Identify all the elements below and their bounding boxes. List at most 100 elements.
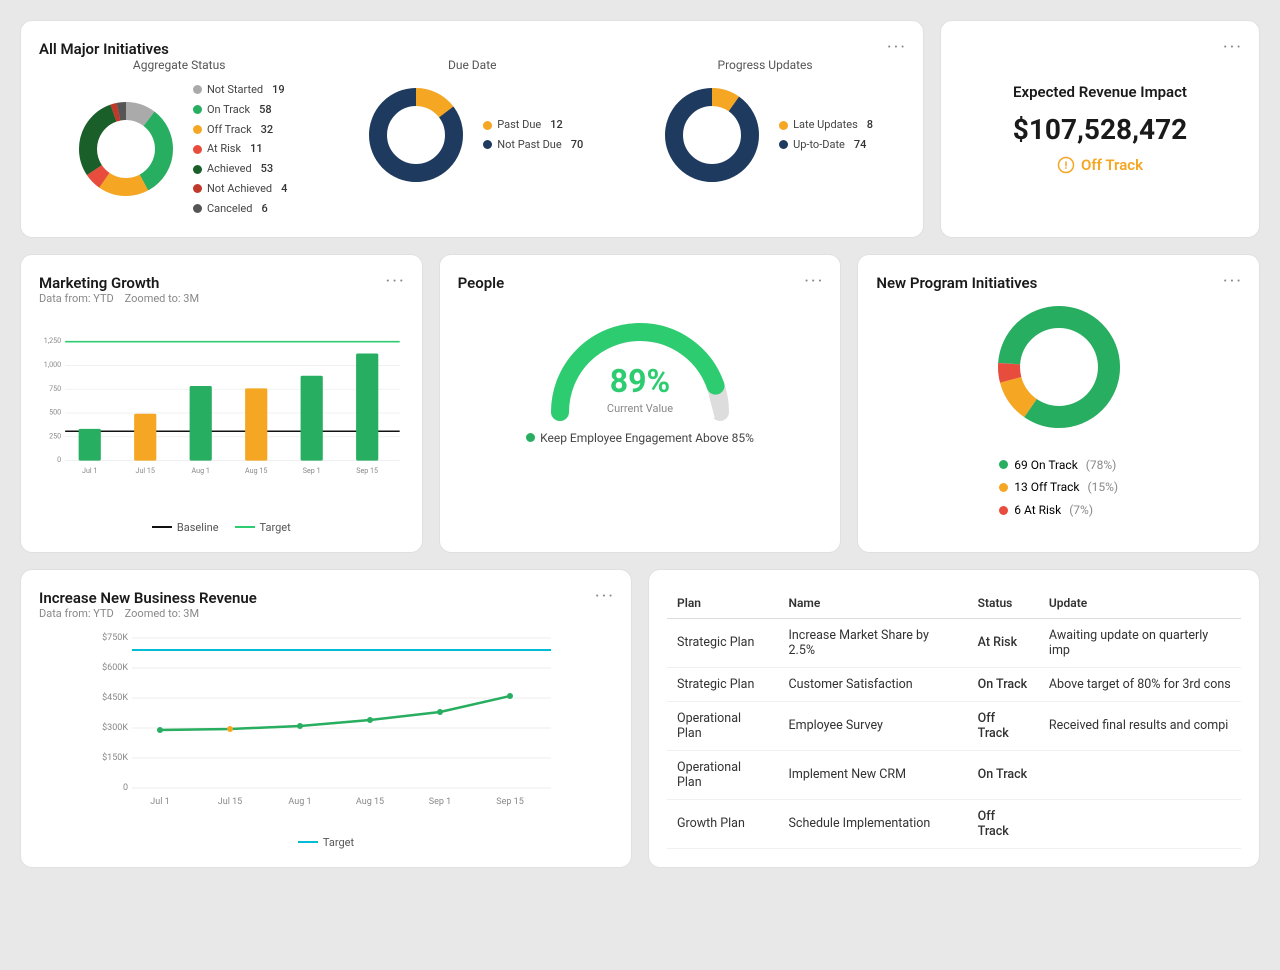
due-date-donut-chart xyxy=(361,80,471,190)
table-row: Operational Plan Employee Survey Off Tra… xyxy=(667,701,1241,750)
cell-plan: Strategic Plan xyxy=(667,618,779,667)
row2: Marketing Growth ··· Data from: YTD Zoom… xyxy=(20,254,1260,553)
off-track-icon xyxy=(1057,156,1075,174)
svg-text:1,000: 1,000 xyxy=(44,360,61,369)
due-date-section: Due Date Past Due12 Not Past Due70 xyxy=(361,58,583,190)
svg-text:Sep 1: Sep 1 xyxy=(303,466,321,475)
cell-name: Customer Satisfaction xyxy=(779,667,968,701)
revenue-chart-title: Increase New Business Revenue xyxy=(39,589,257,607)
col-plan: Plan xyxy=(667,588,779,619)
svg-text:250: 250 xyxy=(49,431,61,440)
cell-plan: Growth Plan xyxy=(667,799,779,848)
revenue-amount: $107,528,472 xyxy=(1013,113,1187,146)
new-program-menu[interactable]: ··· xyxy=(1223,271,1243,292)
cell-plan: Operational Plan xyxy=(667,750,779,799)
col-update: Update xyxy=(1039,588,1241,619)
cell-update: Awaiting update on quarterly imp xyxy=(1039,618,1241,667)
cell-update xyxy=(1039,799,1241,848)
marketing-data-from: Data from: YTD xyxy=(39,292,114,305)
people-gauge: 89% Current Value Keep Employee Engageme… xyxy=(458,302,823,445)
marketing-title: Marketing Growth xyxy=(39,274,159,292)
baseline-label: Baseline xyxy=(177,521,219,534)
svg-text:500: 500 xyxy=(49,407,61,416)
cell-plan: Operational Plan xyxy=(667,701,779,750)
revenue-status-text: Off Track xyxy=(1081,156,1143,174)
marketing-meta: Data from: YTD Zoomed to: 3M xyxy=(39,292,404,305)
progress-updates-section: Progress Updates Late Updates8 Up-to-Dat… xyxy=(657,58,873,190)
new-program-card: New Program Initiatives ··· 69 On Track(… xyxy=(857,254,1260,553)
svg-text:750: 750 xyxy=(49,383,61,392)
row3: Increase New Business Revenue ··· Data f… xyxy=(20,569,1260,868)
svg-text:0: 0 xyxy=(57,455,61,464)
table-row: Growth Plan Schedule Implementation Off … xyxy=(667,799,1241,848)
svg-text:Jul 1: Jul 1 xyxy=(82,466,97,475)
new-program-title: New Program Initiatives xyxy=(876,274,1037,292)
cell-name: Implement New CRM xyxy=(779,750,968,799)
svg-text:$600K: $600K xyxy=(102,662,128,673)
marketing-legend: Baseline Target xyxy=(39,521,404,534)
svg-text:Sep 15: Sep 15 xyxy=(496,797,524,807)
revenue-zoomed: Zoomed to: 3M xyxy=(125,607,199,620)
svg-text:1,250: 1,250 xyxy=(44,336,61,345)
aggregate-donut-wrapper: Not Started19 On Track58 Off Track32 At … xyxy=(71,80,287,219)
cell-status: On Track xyxy=(968,750,1039,799)
revenue-chart-menu[interactable]: ··· xyxy=(595,586,615,607)
progress-donut-chart xyxy=(657,80,767,190)
svg-text:Jul 1: Jul 1 xyxy=(150,797,169,807)
aggregate-status-section: Aggregate Status xyxy=(71,58,287,219)
program-legend: 69 On Track(78%) 13 Off Track(15%) 6 At … xyxy=(999,454,1118,522)
aggregate-status-label: Aggregate Status xyxy=(133,58,225,72)
revenue-title: Expected Revenue Impact xyxy=(1013,83,1187,101)
marketing-chart-svg: 1,250 1,000 750 500 250 0 xyxy=(39,313,404,513)
marketing-growth-card: Marketing Growth ··· Data from: YTD Zoom… xyxy=(20,254,423,553)
cell-name: Increase Market Share by 2.5% xyxy=(779,618,968,667)
people-menu[interactable]: ··· xyxy=(804,271,824,292)
table-row: Operational Plan Implement New CRM On Tr… xyxy=(667,750,1241,799)
revenue-chart-svg: $750K $600K $450K $300K $150K 0 xyxy=(39,628,613,828)
plans-table: Plan Name Status Update Strategic Plan I… xyxy=(667,588,1241,849)
table-row: Strategic Plan Increase Market Share by … xyxy=(667,618,1241,667)
revenue-data-from: Data from: YTD xyxy=(39,607,114,620)
marketing-menu[interactable]: ··· xyxy=(386,271,406,292)
svg-text:Aug 15: Aug 15 xyxy=(245,466,267,475)
col-name: Name xyxy=(779,588,968,619)
svg-text:Sep 15: Sep 15 xyxy=(356,466,378,475)
svg-text:0: 0 xyxy=(123,783,128,793)
initiatives-menu[interactable]: ··· xyxy=(887,37,907,58)
svg-text:$150K: $150K xyxy=(102,752,128,763)
revenue-chart-legend: Target xyxy=(39,836,613,849)
aggregate-donut-chart xyxy=(71,94,181,204)
progress-donut-wrapper: Late Updates8 Up-to-Date74 xyxy=(657,80,873,190)
svg-text:$300K: $300K xyxy=(102,722,128,733)
revenue-line-chart: $750K $600K $450K $300K $150K 0 xyxy=(39,628,613,828)
people-goal-text: Keep Employee Engagement Above 85% xyxy=(540,431,754,445)
initiatives-title: All Major Initiatives xyxy=(39,40,169,58)
revenue-status: Off Track xyxy=(1057,156,1143,174)
revenue-chart-meta: Data from: YTD Zoomed to: 3M xyxy=(39,607,613,620)
cell-status: Off Track xyxy=(968,799,1039,848)
marketing-zoomed: Zoomed to: 3M xyxy=(125,292,199,305)
cell-status: On Track xyxy=(968,667,1039,701)
cell-status: Off Track xyxy=(968,701,1039,750)
due-date-legend: Past Due12 Not Past Due70 xyxy=(483,115,583,155)
people-card: People ··· 89% Current Value Keep E xyxy=(439,254,842,553)
svg-text:Aug 15: Aug 15 xyxy=(356,797,384,807)
revenue-menu[interactable]: ··· xyxy=(1223,37,1243,58)
svg-text:Aug 1: Aug 1 xyxy=(192,466,210,475)
due-date-donut-wrapper: Past Due12 Not Past Due70 xyxy=(361,80,583,190)
due-date-label: Due Date xyxy=(448,58,497,72)
svg-text:Aug 1: Aug 1 xyxy=(288,797,311,807)
cell-update xyxy=(1039,750,1241,799)
cell-name: Employee Survey xyxy=(779,701,968,750)
svg-text:Sep 1: Sep 1 xyxy=(429,797,451,807)
cell-name: Schedule Implementation xyxy=(779,799,968,848)
progress-updates-label: Progress Updates xyxy=(718,58,813,72)
svg-text:Jul 15: Jul 15 xyxy=(218,797,242,807)
progress-legend: Late Updates8 Up-to-Date74 xyxy=(779,115,873,155)
target-label: Target xyxy=(260,521,291,534)
people-value: 89% xyxy=(607,362,673,400)
cell-update: Received final results and compi xyxy=(1039,701,1241,750)
cell-update: Above target of 80% for 3rd cons xyxy=(1039,667,1241,701)
col-status: Status xyxy=(968,588,1039,619)
marketing-bar-chart: 1,250 1,000 750 500 250 0 xyxy=(39,313,404,513)
